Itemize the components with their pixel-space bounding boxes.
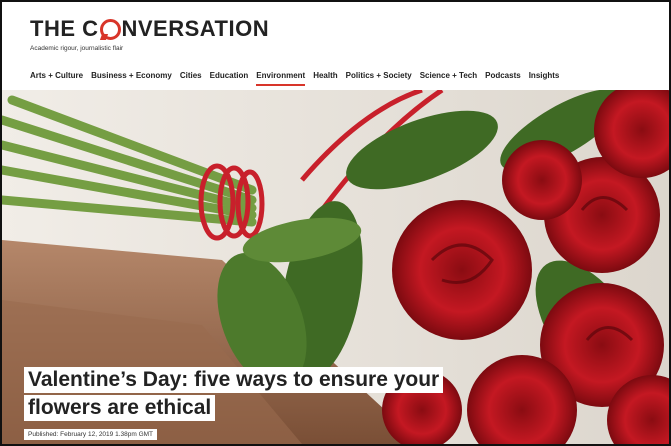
nav-item-podcasts[interactable]: Podcasts — [485, 71, 521, 80]
logo-prefix: THE C — [30, 16, 99, 41]
speech-bubble-icon — [99, 18, 121, 40]
nav-item-cities[interactable]: Cities — [180, 71, 202, 80]
published-date: Published: February 12, 2019 1.38pm GMT — [24, 429, 158, 440]
screenshot-frame: THE C NVERSATION Academic rigour, journa… — [0, 0, 671, 446]
nav-item-environment[interactable]: Environment — [256, 71, 305, 86]
logo-suffix: NVERSATION — [121, 16, 270, 41]
nav-item-health[interactable]: Health — [313, 71, 337, 80]
nav-item-politics-society[interactable]: Politics + Society — [346, 71, 412, 80]
tagline: Academic rigour, journalistic flair — [30, 45, 124, 52]
article-title-line-1[interactable]: Valentine’s Day: five ways to ensure you… — [24, 367, 444, 393]
article-headline-block: Valentine’s Day: five ways to ensure you… — [24, 367, 444, 441]
main-nav: Arts + Culture Business + Economy Cities… — [30, 71, 560, 86]
site-logo[interactable]: THE C NVERSATION — [30, 16, 269, 42]
nav-item-insights[interactable]: Insights — [529, 71, 560, 80]
nav-item-education[interactable]: Education — [210, 71, 249, 80]
nav-item-science-tech[interactable]: Science + Tech — [420, 71, 477, 80]
nav-item-business-economy[interactable]: Business + Economy — [91, 71, 172, 80]
site-header: THE C NVERSATION Academic rigour, journa… — [2, 2, 669, 90]
article-title-line-2[interactable]: flowers are ethical — [24, 395, 216, 421]
nav-item-arts-culture[interactable]: Arts + Culture — [30, 71, 83, 80]
hero-image: Valentine’s Day: five ways to ensure you… — [2, 90, 669, 444]
